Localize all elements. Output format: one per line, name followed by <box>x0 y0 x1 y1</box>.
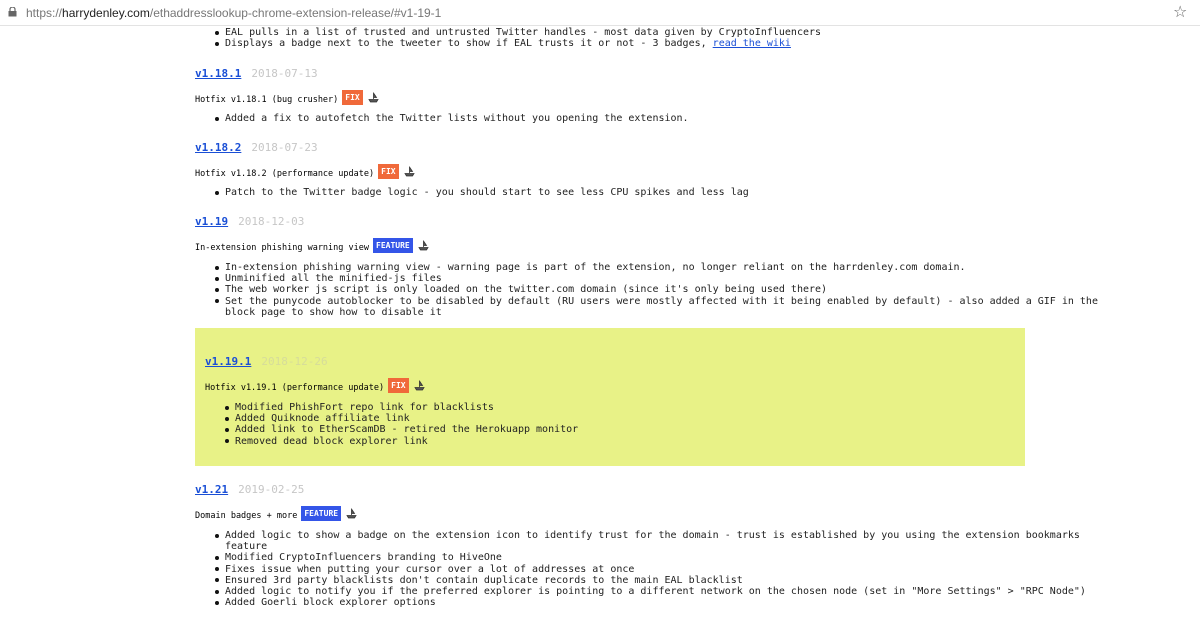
ship-icon <box>368 92 379 103</box>
release-title-row: Hotfix v1.18.2 (performance update) FIX <box>195 161 415 180</box>
release-title-row: Hotfix v1.18.1 (bug crusher) FIX <box>195 87 379 106</box>
release-heading-v1-19: v1.19 2018-12-03 <box>195 210 304 229</box>
release-date: 2018-12-03 <box>238 215 305 228</box>
address-bar[interactable]: https://harrydenley.com/ethaddresslookup… <box>0 0 1200 26</box>
ship-icon <box>418 240 429 251</box>
release-bullets: Added logic to show a badge on the exten… <box>195 530 1086 608</box>
release-heading-v1-18-2: v1.18.2 2018-07-23 <box>195 136 318 155</box>
release-date: 2019-02-25 <box>238 483 305 496</box>
list-item: Modified CryptoInfluencers branding to H… <box>195 552 1086 563</box>
release-title-row: Hotfix v1.19.1 (performance update) FIX <box>205 375 425 394</box>
fix-badge: FIX <box>342 90 363 105</box>
release-title: Hotfix v1.19.1 (performance update) <box>205 383 385 393</box>
ship-icon <box>346 508 357 519</box>
star-icon[interactable]: ☆ <box>1173 3 1187 21</box>
list-item: Ensured 3rd party blacklists don't conta… <box>195 575 1086 586</box>
release-date: 2018-07-23 <box>251 141 318 154</box>
list-item: Added link to EtherScamDB - retired the … <box>205 424 578 435</box>
release-bullets: Added a fix to autofetch the Twitter lis… <box>195 113 689 124</box>
list-item-continuation: feature <box>225 541 268 553</box>
release-date: 2018-12-26 <box>261 355 328 368</box>
release-date: 2018-07-13 <box>251 67 318 80</box>
fix-badge: FIX <box>388 378 409 393</box>
list-item: Unminified all the minified-js files <box>195 273 1098 284</box>
release-version-link[interactable]: v1.21 <box>195 483 228 496</box>
release-title-row: Domain badges + more FEATURE <box>195 503 357 522</box>
release-version-link[interactable]: v1.19.1 <box>205 355 251 368</box>
release-version-link[interactable]: v1.18.2 <box>195 141 241 154</box>
list-item: Added Goerli block explorer options <box>195 597 1086 608</box>
release-title: Hotfix v1.18.1 (bug crusher) <box>195 95 339 105</box>
release-bullets: In-extension phishing warning view - war… <box>195 262 1098 318</box>
list-item: Set the punycode autoblocker to be disab… <box>195 296 1098 307</box>
release-title: Hotfix v1.18.2 (performance update) <box>195 169 375 179</box>
list-item: EAL pulls in a list of trusted and untru… <box>195 27 821 38</box>
release-title: Domain badges + more <box>195 511 298 521</box>
list-item: Fixes issue when putting your cursor ove… <box>195 564 1086 575</box>
list-item: Added Quiknode affiliate link <box>205 413 578 424</box>
list-item: Modified PhishFort repo link for blackli… <box>205 402 578 413</box>
fix-badge: FIX <box>378 164 399 179</box>
changelog-page: EAL pulls in a list of trusted and untru… <box>0 0 1200 622</box>
list-item: Displays a badge next to the tweeter to … <box>195 38 821 49</box>
release-version-link[interactable]: v1.19 <box>195 215 228 228</box>
list-item: Patch to the Twitter badge logic - you s… <box>195 187 749 198</box>
release-heading-v1-18-1: v1.18.1 2018-07-13 <box>195 62 318 81</box>
release-title: In-extension phishing warning view <box>195 243 369 253</box>
release-bullets: Modified PhishFort repo link for blackli… <box>205 402 578 447</box>
list-item: Added logic to notify you if the preferr… <box>195 586 1086 597</box>
release-version-link[interactable]: v1.18.1 <box>195 67 241 80</box>
release-heading-v1-19-1: v1.19.1 2018-12-26 <box>205 350 328 369</box>
ship-icon <box>403 166 415 177</box>
list-item-continuation: block page to show how to disable it <box>225 306 442 318</box>
release-bullets: Patch to the Twitter badge logic - you s… <box>195 187 749 198</box>
release-title-row: In-extension phishing warning view FEATUR… <box>195 235 429 254</box>
read-the-wiki-link[interactable]: read the wiki <box>713 38 791 49</box>
list-item: Added a fix to autofetch the Twitter lis… <box>195 113 689 124</box>
lock-icon[interactable] <box>8 7 17 17</box>
ship-icon <box>413 380 425 391</box>
feature-badge: FEATURE <box>301 506 342 521</box>
list-item: Added logic to show a badge on the exten… <box>195 530 1086 541</box>
feature-badge: FEATURE <box>373 238 413 253</box>
release-heading-v1-21: v1.21 2019-02-25 <box>195 478 304 497</box>
list-item: The web worker js script is only loaded … <box>195 284 1098 295</box>
list-item: In-extension phishing warning view - war… <box>195 262 1098 273</box>
url-text[interactable]: https://harrydenley.com/ethaddresslookup… <box>26 6 441 20</box>
list-item: Removed dead block explorer link <box>205 436 578 447</box>
release-bullets-top: EAL pulls in a list of trusted and untru… <box>195 27 821 49</box>
